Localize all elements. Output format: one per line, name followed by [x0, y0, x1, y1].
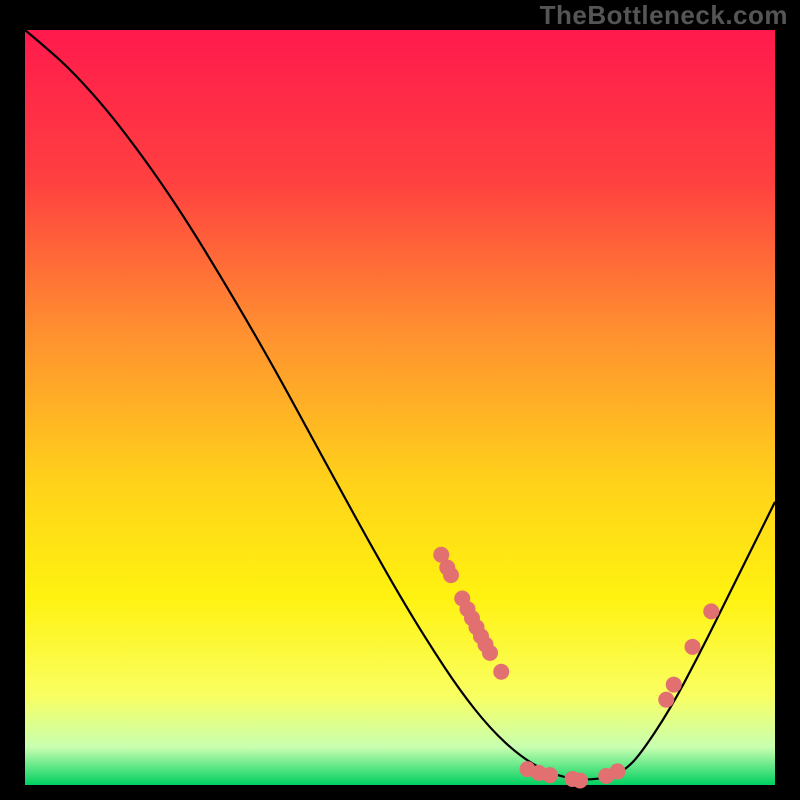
data-dot — [572, 772, 588, 788]
chart-container: { "watermark": "TheBottleneck.com", "cha… — [0, 0, 800, 800]
data-dot — [658, 692, 674, 708]
data-dot — [443, 567, 459, 583]
plot-background — [25, 30, 775, 785]
data-dot — [666, 677, 682, 693]
data-dot — [610, 763, 626, 779]
chart-svg — [0, 0, 800, 800]
data-dot — [542, 767, 558, 783]
data-dot — [493, 664, 509, 680]
watermark-text: TheBottleneck.com — [540, 0, 788, 31]
data-dot — [685, 639, 701, 655]
data-dot — [703, 603, 719, 619]
data-dot — [482, 645, 498, 661]
